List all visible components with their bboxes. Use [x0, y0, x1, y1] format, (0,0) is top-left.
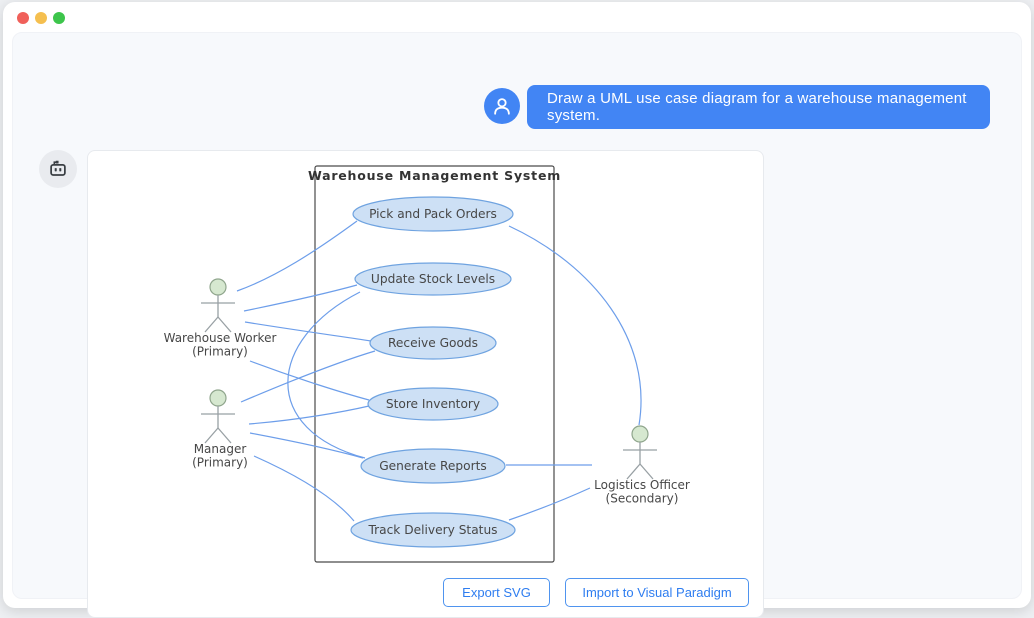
user-message-text: Draw a UML use case diagram for a wareho… — [547, 90, 970, 124]
actor-right-leg-logistics-officer — [640, 464, 653, 479]
usecase-label-update-stock: Update Stock Levels — [371, 272, 495, 286]
usecase-update-stock: Update Stock Levels — [355, 263, 511, 295]
edge-warehouse-worker-store-inventory — [250, 361, 369, 400]
actor-right-leg-warehouse-worker — [218, 317, 231, 332]
actor-head-warehouse-worker — [210, 279, 226, 295]
chat-content-area: Draw a UML use case diagram for a wareho… — [12, 32, 1022, 599]
usecase-label-store-inventory: Store Inventory — [386, 397, 480, 411]
actor-label-warehouse-worker-line1: Warehouse Worker — [164, 331, 277, 345]
diagram-panel: Warehouse Management System Pick and Pack… — [87, 150, 764, 618]
edge-manager-store-inventory — [249, 406, 369, 424]
usecase-label-generate-reports: Generate Reports — [379, 459, 487, 473]
person-icon — [491, 95, 513, 117]
minimize-window-button[interactable] — [35, 12, 47, 24]
window-titlebar — [3, 2, 1031, 32]
usecase-label-receive-goods: Receive Goods — [388, 336, 478, 350]
edge-update-stock-generate-reports — [288, 292, 365, 458]
actor-left-leg-warehouse-worker — [205, 317, 218, 332]
actor-left-leg-logistics-officer — [627, 464, 640, 479]
robot-icon — [47, 158, 69, 180]
usecase-store-inventory: Store Inventory — [368, 388, 498, 420]
usecase-receive-goods: Receive Goods — [370, 327, 496, 359]
usecase-label-track-delivery: Track Delivery Status — [367, 523, 497, 537]
edge-manager-track-delivery — [254, 456, 354, 521]
actor-label-logistics-officer-line2: (Secondary) — [606, 492, 679, 506]
actor-head-logistics-officer — [632, 426, 648, 442]
user-avatar — [484, 88, 520, 124]
app-window: Draw a UML use case diagram for a wareho… — [3, 2, 1031, 608]
usecase-track-delivery: Track Delivery Status — [351, 513, 515, 547]
import-to-visual-paradigm-button[interactable]: Import to Visual Paradigm — [565, 578, 749, 607]
actor-left-leg-manager — [205, 428, 218, 443]
uml-use-case-diagram: Warehouse Management System Pick and Pack… — [88, 151, 763, 617]
actor-warehouse-worker: Warehouse Worker(Primary) — [164, 279, 277, 359]
edge-manager-receive-goods — [241, 351, 375, 402]
zoom-window-button[interactable] — [53, 12, 65, 24]
user-message-bubble: Draw a UML use case diagram for a wareho… — [527, 85, 990, 129]
edge-warehouse-worker-update-stock — [244, 285, 357, 311]
usecase-label-pick-pack: Pick and Pack Orders — [369, 207, 497, 221]
edge-warehouse-worker-pick-pack — [237, 221, 357, 291]
close-window-button[interactable] — [17, 12, 29, 24]
bot-avatar — [39, 150, 77, 188]
actor-right-leg-manager — [218, 428, 231, 443]
usecase-generate-reports: Generate Reports — [361, 449, 505, 483]
usecase-pick-pack: Pick and Pack Orders — [353, 197, 513, 231]
actor-label-warehouse-worker-line2: (Primary) — [192, 345, 248, 359]
actor-head-manager — [210, 390, 226, 406]
edge-manager-generate-reports — [250, 433, 363, 458]
actor-logistics-officer: Logistics Officer(Secondary) — [594, 426, 690, 506]
system-boundary-title: Warehouse Management System — [308, 168, 561, 183]
edge-track-delivery-logistics-officer — [509, 488, 590, 520]
actor-label-manager-line2: (Primary) — [192, 456, 248, 470]
actor-label-logistics-officer-line1: Logistics Officer — [594, 478, 690, 492]
export-svg-button[interactable]: Export SVG — [443, 578, 550, 607]
actor-manager: Manager(Primary) — [192, 390, 248, 470]
actor-label-manager-line1: Manager — [194, 442, 247, 456]
edge-pick-pack-logistics-officer — [509, 226, 641, 425]
